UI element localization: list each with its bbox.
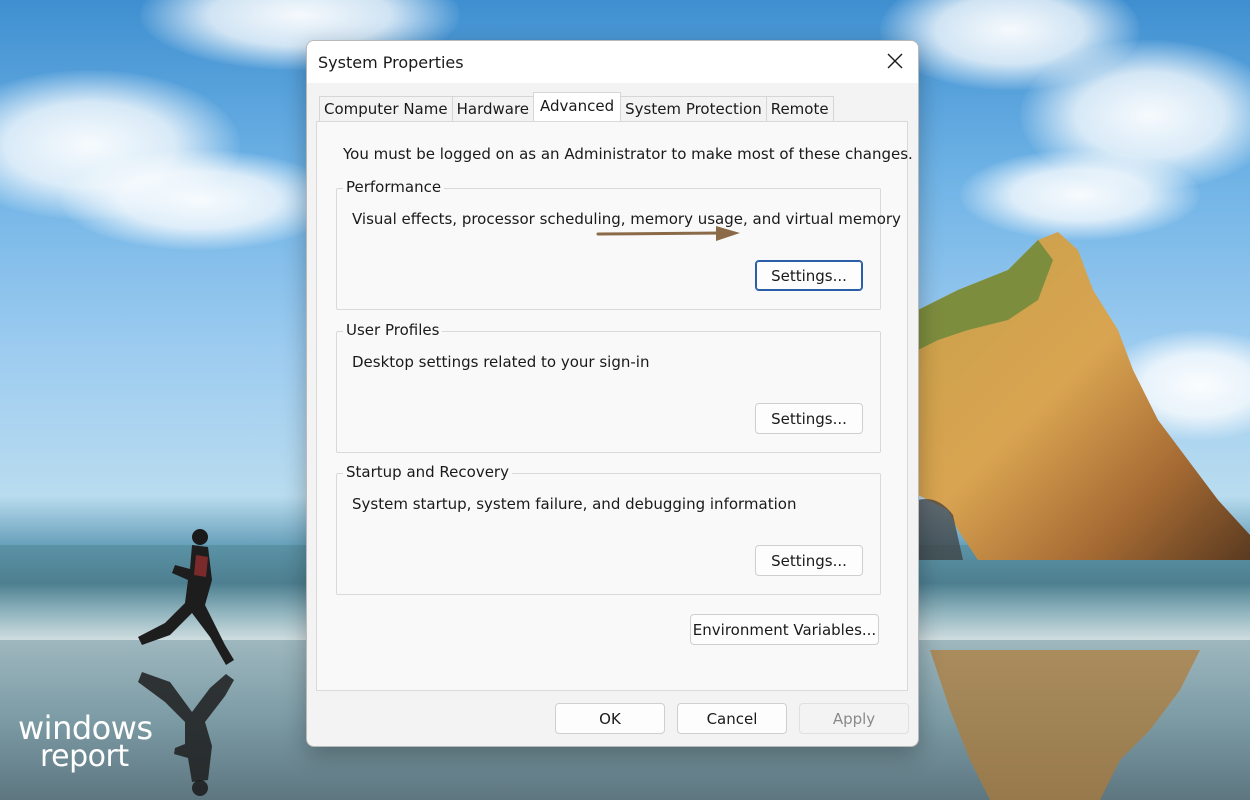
runner-silhouette bbox=[130, 525, 240, 675]
apply-button[interactable]: Apply bbox=[799, 703, 909, 734]
performance-settings-button[interactable]: Settings... bbox=[755, 260, 863, 291]
system-properties-dialog: System Properties Computer Name Hardware… bbox=[306, 40, 919, 747]
rock-formation bbox=[918, 230, 1250, 560]
close-button[interactable] bbox=[872, 41, 918, 81]
startup-recovery-legend: Startup and Recovery bbox=[343, 463, 512, 481]
user-profiles-group: User Profiles Desktop settings related t… bbox=[336, 331, 881, 453]
tab-computer-name[interactable]: Computer Name bbox=[319, 96, 453, 121]
tab-advanced[interactable]: Advanced bbox=[533, 92, 621, 121]
close-icon bbox=[887, 53, 903, 69]
rock-reflection bbox=[900, 650, 1220, 800]
admin-note: You must be logged on as an Administrato… bbox=[343, 145, 913, 163]
tab-hardware[interactable]: Hardware bbox=[452, 96, 534, 121]
cloud bbox=[60, 150, 340, 250]
startup-recovery-description: System startup, system failure, and debu… bbox=[352, 495, 796, 513]
ok-button[interactable]: OK bbox=[555, 703, 665, 734]
performance-group: Performance Visual effects, processor sc… bbox=[336, 188, 881, 310]
windowsreport-watermark: windows report bbox=[18, 712, 153, 772]
tab-remote[interactable]: Remote bbox=[766, 96, 834, 121]
startup-recovery-settings-button[interactable]: Settings... bbox=[755, 545, 863, 576]
cancel-button[interactable]: Cancel bbox=[677, 703, 787, 734]
user-profiles-description: Desktop settings related to your sign-in bbox=[352, 353, 649, 371]
startup-recovery-group: Startup and Recovery System startup, sys… bbox=[336, 473, 881, 595]
window-title: System Properties bbox=[318, 53, 464, 72]
user-profiles-settings-button[interactable]: Settings... bbox=[755, 403, 863, 434]
annotation-arrow-icon bbox=[596, 224, 744, 244]
tab-system-protection[interactable]: System Protection bbox=[620, 96, 767, 121]
cloud bbox=[960, 150, 1200, 240]
desktop-wallpaper: windows report System Properties Compute… bbox=[0, 0, 1250, 800]
tab-strip: Computer Name Hardware Advanced System P… bbox=[319, 95, 833, 121]
performance-legend: Performance bbox=[343, 178, 444, 196]
title-bar: System Properties bbox=[307, 41, 918, 83]
environment-variables-button[interactable]: Environment Variables... bbox=[690, 614, 879, 645]
advanced-tab-panel: You must be logged on as an Administrato… bbox=[316, 121, 908, 691]
user-profiles-legend: User Profiles bbox=[343, 321, 442, 339]
